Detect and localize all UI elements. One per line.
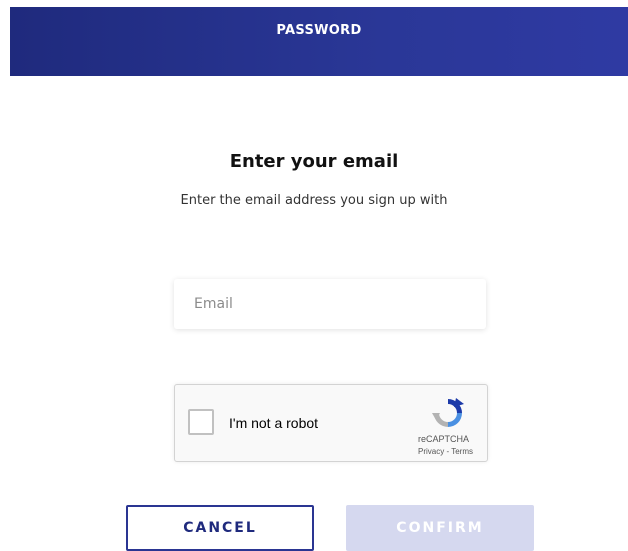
recaptcha-widget: I'm not a robot reCAPTCHA Privacy - Term… [174,384,488,462]
recaptcha-brand: reCAPTCHA [418,434,470,444]
cancel-button[interactable]: CANCEL [126,505,314,551]
page-subtitle: Enter the email address you sign up with [180,193,448,208]
email-field[interactable] [174,279,486,329]
confirm-button[interactable]: CONFIRM [346,505,534,551]
recaptcha-links: Privacy - Terms [418,447,473,456]
page-title: Enter your email [229,151,399,172]
header-bar: PASSWORD [10,7,628,76]
recaptcha-label: I'm not a robot [229,415,319,431]
email-field-container [174,279,486,329]
recaptcha-logo-icon [432,398,464,427]
header-title: PASSWORD [276,23,362,38]
recaptcha-terms-link[interactable]: Terms [451,447,473,456]
recaptcha-checkbox[interactable] [188,409,214,435]
recaptcha-privacy-link[interactable]: Privacy [418,447,444,456]
